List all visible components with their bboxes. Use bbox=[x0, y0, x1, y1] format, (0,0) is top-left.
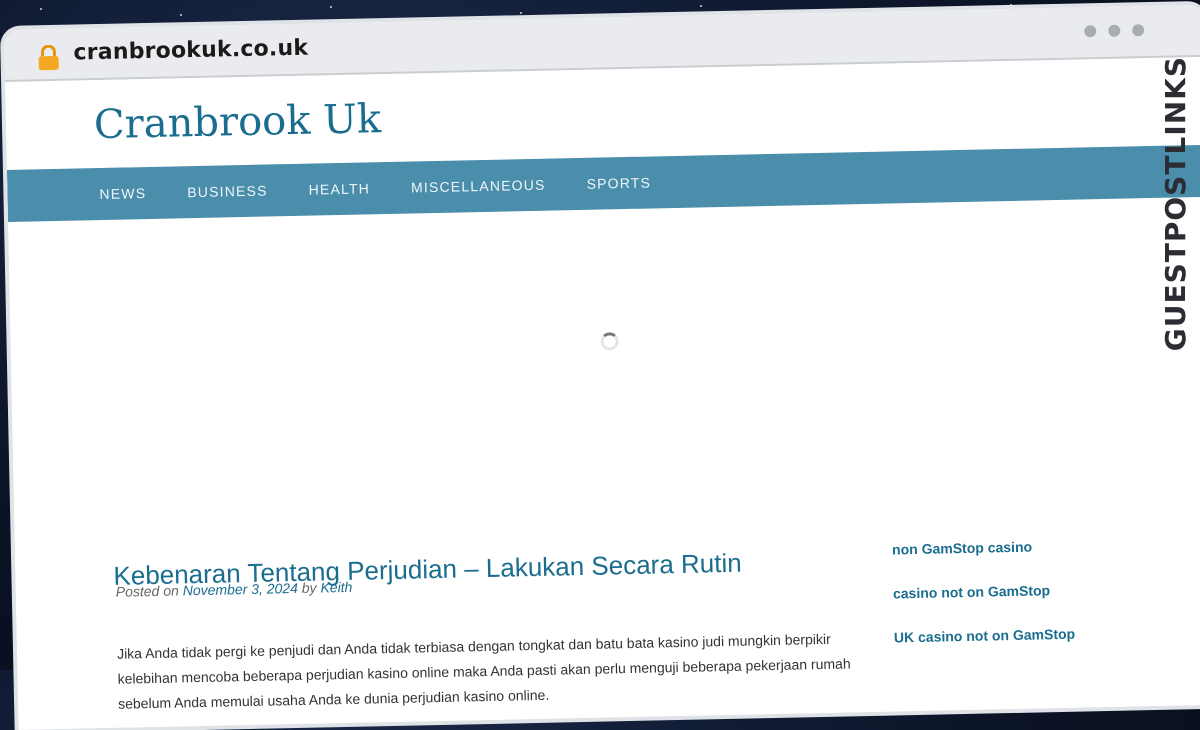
nav-item-miscellaneous[interactable]: MISCELLANEOUS bbox=[411, 177, 546, 196]
watermark-text: GUESTPOSTLINKS bbox=[1158, 56, 1192, 352]
browser-window: cranbrookuk.co.uk Cranbrook Uk NEWS BUSI… bbox=[4, 4, 1200, 730]
sidebar: non GamStop casino casino not on GamStop… bbox=[892, 536, 1155, 673]
nav-item-business[interactable]: BUSINESS bbox=[187, 183, 268, 201]
site-title[interactable]: Cranbrook Uk bbox=[94, 96, 382, 148]
main-nav: NEWS BUSINESS HEALTH MISCELLANEOUS SPORT… bbox=[6, 144, 1200, 222]
guestpostlinks-watermark: GUESTPOSTLINKS bbox=[1156, 56, 1194, 356]
nav-item-sports[interactable]: SPORTS bbox=[586, 174, 651, 191]
window-dot-icon[interactable] bbox=[1084, 25, 1097, 38]
sidebar-link[interactable]: casino not on GamStop bbox=[893, 580, 1153, 601]
sidebar-link[interactable]: non GamStop casino bbox=[892, 536, 1152, 558]
post-author-link[interactable]: Keith bbox=[320, 579, 352, 596]
sidebar-link[interactable]: UK casino not on GamStop bbox=[894, 624, 1154, 646]
window-dot-icon[interactable] bbox=[1132, 24, 1145, 37]
nav-item-health[interactable]: HEALTH bbox=[308, 180, 370, 197]
post-date-link[interactable]: November 3, 2024 bbox=[183, 580, 298, 598]
window-controls bbox=[1084, 24, 1145, 38]
web-page: Cranbrook Uk NEWS BUSINESS HEALTH MISCEL… bbox=[5, 56, 1200, 730]
address-bar-url[interactable]: cranbrookuk.co.uk bbox=[73, 36, 308, 66]
nav-item-news[interactable]: NEWS bbox=[99, 185, 146, 202]
posted-on-label: Posted on bbox=[115, 582, 180, 600]
post-excerpt: Jika Anda tidak pergi ke penjudi dan And… bbox=[116, 630, 851, 712]
loading-spinner-icon bbox=[600, 332, 619, 351]
window-dot-icon[interactable] bbox=[1108, 24, 1121, 37]
lock-icon bbox=[38, 44, 59, 71]
by-label: by bbox=[301, 579, 317, 596]
